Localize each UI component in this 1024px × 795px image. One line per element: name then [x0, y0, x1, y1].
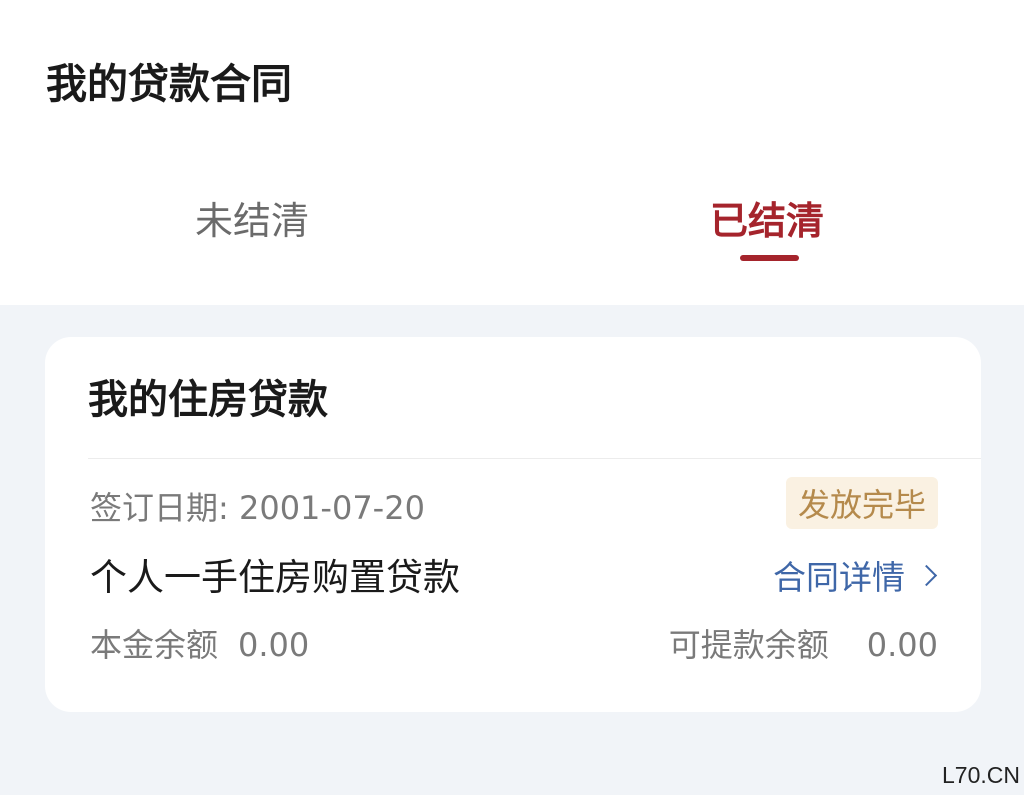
tab-settled[interactable]: 已结清 [710, 190, 824, 245]
principal-label: 本金余额 [90, 626, 219, 664]
card-title: 我的住房贷款 [88, 377, 328, 423]
principal-balance: 本金余额 0.00 [90, 620, 309, 666]
tab-unsettled[interactable]: 未结清 [195, 190, 309, 245]
watermark: L70.CN [942, 762, 1020, 788]
sign-date: 签订日期: 2001-07-20 [90, 483, 425, 529]
principal-value: 0.00 [238, 626, 310, 664]
contract-detail-link[interactable]: 合同详情 [773, 551, 938, 599]
chevron-right-icon [915, 564, 938, 586]
header-area: 我的贷款合同 未结清 已结清 [0, 0, 1024, 305]
withdrawable-value: 0.00 [866, 626, 938, 664]
status-badge: 发放完毕 [785, 477, 938, 529]
page-title: 我的贷款合同 [46, 60, 292, 108]
loan-card[interactable]: 我的住房贷款 签订日期: 2001-07-20 发放完毕 个人一手住房购置贷款 … [45, 337, 981, 712]
card-divider [88, 458, 981, 459]
loan-type: 个人一手住房购置贷款 [90, 556, 460, 599]
active-tab-indicator [740, 255, 799, 261]
withdrawable-balance: 可提款余额 0.00 [669, 620, 938, 666]
withdrawable-label: 可提款余额 [668, 626, 829, 664]
contract-detail-label: 合同详情 [773, 558, 905, 597]
sign-date-value: 2001-07-20 [238, 489, 425, 527]
sign-date-label: 签订日期: [90, 489, 229, 527]
